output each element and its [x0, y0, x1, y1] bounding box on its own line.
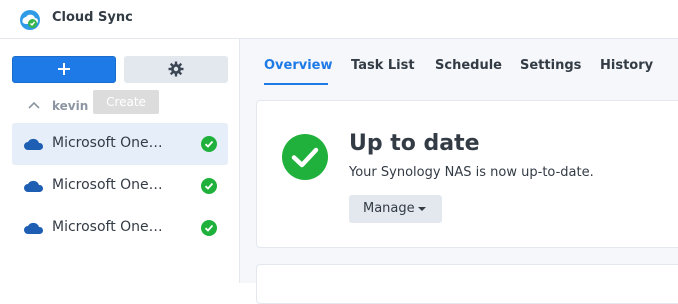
task-item[interactable]: Microsoft One… [12, 123, 228, 165]
status-title: Up to date [349, 131, 480, 156]
check-circle-icon [201, 220, 217, 236]
create-button[interactable] [12, 56, 116, 83]
sidebar: kevin Create Microsoft One… Microsoft On… [0, 39, 240, 283]
chevron-up-icon [28, 101, 40, 109]
onedrive-icon [24, 138, 44, 150]
onedrive-icon [24, 222, 44, 234]
check-circle-icon [201, 178, 217, 194]
check-circle-icon [201, 136, 217, 152]
status-card: Up to date Your Synology NAS is now up-t… [256, 100, 678, 248]
task-label: Microsoft One… [52, 177, 163, 193]
tab-bar: Overview Task List Schedule Settings His… [240, 39, 678, 85]
tab-history[interactable]: History [600, 58, 653, 73]
tab-settings[interactable]: Settings [520, 58, 581, 73]
title-bar: Cloud Sync [0, 0, 678, 39]
gear-icon [168, 61, 184, 77]
task-label: Microsoft One… [52, 219, 163, 235]
create-tooltip: Create [93, 90, 159, 114]
manage-dropdown-button[interactable]: Manage [349, 195, 442, 223]
status-description: Your Synology NAS is now up-to-date. [349, 165, 594, 180]
user-group-name: kevin [52, 99, 89, 113]
cloud-sync-logo-icon [18, 8, 42, 32]
onedrive-icon [24, 180, 44, 192]
task-item[interactable]: Microsoft One… [12, 165, 228, 207]
tab-task-list[interactable]: Task List [351, 58, 415, 73]
main-panel: Overview Task List Schedule Settings His… [240, 39, 678, 304]
task-label: Microsoft One… [52, 135, 163, 151]
task-item[interactable]: Microsoft One… [12, 207, 228, 249]
app-title: Cloud Sync [52, 10, 133, 25]
caret-down-icon [418, 207, 426, 211]
active-tab-indicator [264, 83, 328, 85]
tab-overview[interactable]: Overview [264, 58, 333, 73]
tab-schedule[interactable]: Schedule [435, 58, 502, 73]
plus-icon [58, 63, 70, 75]
secondary-card [256, 264, 678, 304]
check-circle-icon [282, 134, 328, 180]
settings-button[interactable] [124, 56, 228, 83]
manage-label: Manage [363, 201, 415, 216]
